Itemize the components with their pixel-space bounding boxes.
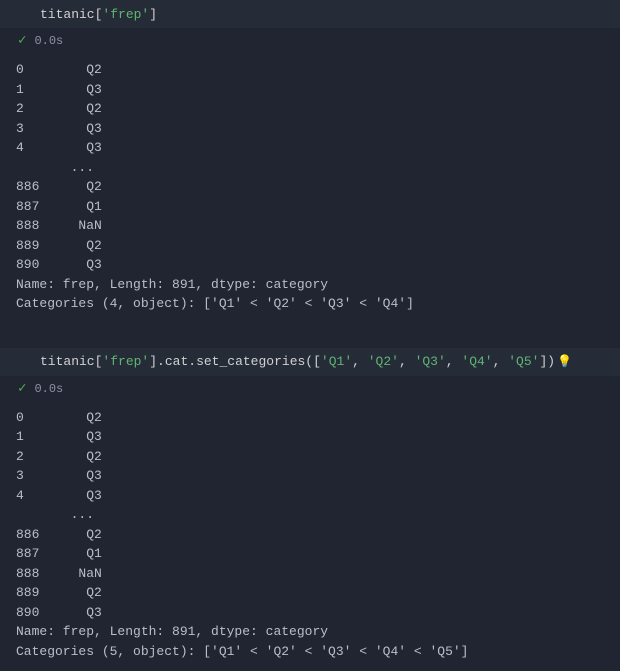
code-input[interactable]: titanic['frep'] (0, 0, 620, 28)
code-input[interactable]: titanic['frep'].cat.set_categories(['Q1'… (0, 348, 620, 376)
notebook-cell: titanic['frep'].cat.set_categories(['Q1'… (0, 348, 620, 666)
code-line: titanic['frep'].cat.set_categories(['Q1'… (40, 354, 555, 369)
code-token: ) (547, 354, 555, 369)
execution-status: ✓ 0.0s (0, 376, 620, 400)
code-token: 'Q4' (461, 354, 492, 369)
code-token: 'Q3' (415, 354, 446, 369)
code-token: ] (149, 7, 157, 22)
code-line: titanic['frep'] (40, 7, 157, 22)
execution-status: ✓ 0.0s (0, 28, 620, 52)
code-token: , (352, 354, 368, 369)
code-token: ( (305, 354, 313, 369)
code-token: titanic (40, 7, 95, 22)
code-token: titanic (40, 354, 95, 369)
code-token: . (188, 354, 196, 369)
lightbulb-icon[interactable]: 💡 (557, 354, 572, 369)
code-token: 'frep' (102, 354, 149, 369)
code-token: 'Q5' (508, 354, 539, 369)
code-token: . (157, 354, 165, 369)
code-token: 'Q2' (368, 354, 399, 369)
code-token: cat (165, 354, 188, 369)
code-token: 'Q1' (321, 354, 352, 369)
execution-time: 0.0s (34, 34, 63, 48)
code-token: , (399, 354, 415, 369)
cell-output: 0 Q2 1 Q3 2 Q2 3 Q3 4 Q3 ... 886 Q2 887 … (0, 400, 620, 666)
code-token: , (493, 354, 509, 369)
execution-time: 0.0s (34, 382, 63, 396)
check-icon: ✓ (18, 382, 26, 396)
code-token: [ (313, 354, 321, 369)
notebook-cell: titanic['frep'] ✓ 0.0s 0 Q2 1 Q3 2 Q2 3 Q3 … (0, 0, 620, 318)
code-token: set_categories (196, 354, 305, 369)
check-icon: ✓ (18, 34, 26, 48)
code-token: ] (149, 354, 157, 369)
code-token: 'frep' (102, 7, 149, 22)
code-token: , (446, 354, 462, 369)
cell-output: 0 Q2 1 Q3 2 Q2 3 Q3 4 Q3 ... 886 Q2 887 … (0, 52, 620, 318)
